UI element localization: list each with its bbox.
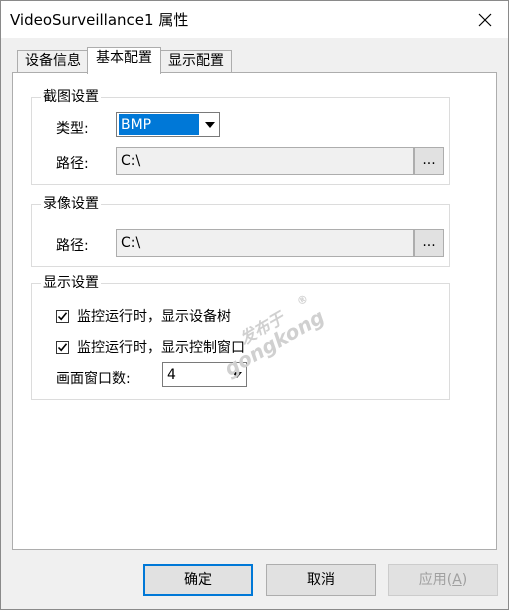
capture-settings-label: 截图设置 bbox=[41, 88, 101, 106]
display-settings-label: 显示设置 bbox=[41, 274, 101, 292]
tab-panel-basic-config: 截图设置 类型: BMP 路径: C:\ ... 录像设置 路径: C:\ ..… bbox=[12, 72, 497, 550]
record-browse-button[interactable]: ... bbox=[414, 229, 444, 257]
tab-basic-config[interactable]: 基本配置 bbox=[87, 47, 161, 74]
apply-label-close: ) bbox=[461, 572, 468, 588]
title-bar: VideoSurveillance1 属性 bbox=[1, 1, 508, 38]
tab-display-config[interactable]: 显示配置 bbox=[160, 50, 232, 73]
capture-type-label: 类型: bbox=[56, 121, 89, 137]
capture-type-select[interactable]: BMP bbox=[116, 112, 220, 137]
checkbox-box[interactable] bbox=[56, 309, 69, 323]
checkbox-label: 监控运行时，显示控制窗口 bbox=[77, 340, 245, 356]
tab-label: 显示配置 bbox=[168, 53, 224, 69]
capture-type-dropdown-button[interactable] bbox=[200, 113, 219, 136]
capture-type-value: BMP bbox=[119, 114, 199, 135]
checkbox-label: 监控运行时，显示设备树 bbox=[77, 309, 231, 325]
record-path-label: 路径: bbox=[56, 238, 89, 254]
tab-label: 设备信息 bbox=[25, 53, 81, 69]
record-path-field[interactable]: C:\ bbox=[116, 229, 414, 257]
chevron-down-icon bbox=[204, 121, 215, 128]
apply-access-key: A bbox=[452, 572, 462, 588]
capture-browse-button[interactable]: ... bbox=[414, 147, 444, 175]
window-count-dropdown-button[interactable] bbox=[227, 363, 246, 386]
show-device-tree-checkbox[interactable]: 监控运行时，显示设备树 bbox=[56, 306, 231, 326]
record-settings-label: 录像设置 bbox=[41, 195, 101, 213]
apply-label-text: 应用( bbox=[418, 572, 453, 588]
ok-button[interactable]: 确定 bbox=[143, 564, 253, 596]
checkmark-icon bbox=[57, 311, 68, 321]
record-settings-group: 录像设置 路径: C:\ ... bbox=[31, 195, 450, 267]
checkbox-box[interactable] bbox=[56, 340, 69, 354]
capture-path-label: 路径: bbox=[56, 156, 89, 172]
tab-label: 基本配置 bbox=[96, 50, 152, 66]
window-count-select[interactable]: 4 bbox=[162, 362, 247, 387]
show-control-window-checkbox[interactable]: 监控运行时，显示控制窗口 bbox=[56, 337, 245, 357]
capture-path-field[interactable]: C:\ bbox=[116, 147, 414, 175]
display-settings-group: 显示设置 监控运行时，显示设备树 监控运行时，显示控制窗口 画面窗口数: 4 bbox=[31, 274, 450, 400]
tab-device-info[interactable]: 设备信息 bbox=[17, 50, 89, 73]
cancel-button[interactable]: 取消 bbox=[266, 564, 376, 596]
close-button[interactable] bbox=[462, 1, 508, 38]
window-title: VideoSurveillance1 属性 bbox=[10, 11, 189, 29]
close-icon bbox=[478, 13, 492, 26]
checkmark-icon bbox=[57, 342, 68, 352]
properties-dialog: VideoSurveillance1 属性 设备信息 基本配置 显示配置 截图设… bbox=[0, 0, 509, 610]
window-count-value: 4 bbox=[167, 367, 176, 383]
window-count-label: 画面窗口数: bbox=[56, 371, 131, 387]
apply-button[interactable]: 应用(A) bbox=[388, 564, 498, 596]
capture-settings-group: 截图设置 类型: BMP 路径: C:\ ... bbox=[31, 88, 450, 185]
chevron-down-icon bbox=[231, 371, 242, 378]
